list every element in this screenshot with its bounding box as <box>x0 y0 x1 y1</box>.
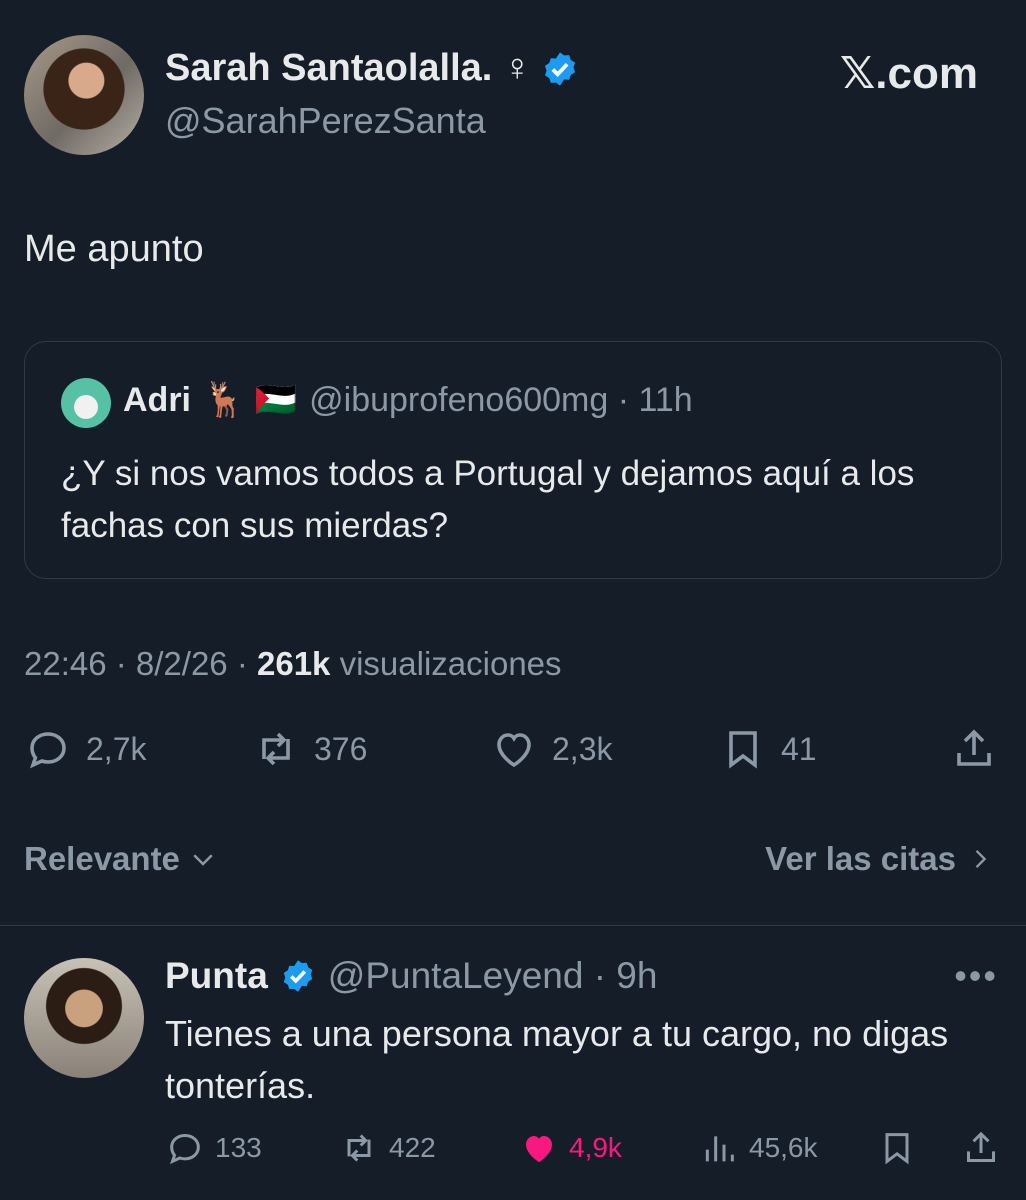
view-quotes-link[interactable]: Ver las citas <box>765 840 994 878</box>
quoted-author-emoji: 🦌 🇵🇸 <box>203 381 298 419</box>
sort-dropdown[interactable]: Relevante <box>24 840 218 878</box>
chevron-down-icon <box>193 854 213 866</box>
tweet-text: Me apunto <box>24 228 204 270</box>
quoted-text: ¿Y si nos vamos todos a Portugal y dejam… <box>61 454 915 545</box>
reply-author-name[interactable]: Punta <box>165 955 268 997</box>
quoted-tweet-card[interactable]: Adri 🦌 🇵🇸 @ibuprofeno600mg · 11h ¿Y si n… <box>24 341 1002 579</box>
author-avatar[interactable] <box>24 35 144 155</box>
retweet-count: 376 <box>314 730 368 767</box>
like-button[interactable]: 2,3k <box>490 725 612 773</box>
retweet-icon <box>347 1134 371 1162</box>
reply-header: Punta @PuntaLeyend · 9h <box>165 955 657 997</box>
reply-icon <box>29 732 66 769</box>
reply-author-handle[interactable]: @PuntaLeyend · 9h <box>328 955 658 997</box>
like-count: 2,3k <box>552 730 613 767</box>
heart-icon <box>497 733 531 768</box>
bar-chart-icon <box>705 1136 734 1162</box>
reply-text: Tienes a una persona mayor a tu cargo, n… <box>165 1013 949 1106</box>
share-icon <box>967 1131 995 1162</box>
view-quotes-label: Ver las citas <box>765 840 956 877</box>
bookmark-icon <box>729 731 757 769</box>
heart-filled-icon <box>526 1136 552 1163</box>
author-name-row[interactable]: Sarah Santaolalla. ♀ <box>165 47 579 90</box>
reply-icon <box>169 1133 200 1165</box>
view-label: visualizaciones <box>339 645 562 682</box>
reply-view-count: 45,6k <box>749 1132 818 1163</box>
author-name[interactable]: Sarah Santaolalla. ♀ <box>165 47 531 90</box>
verified-badge-icon <box>545 51 576 86</box>
reply-reply-button[interactable]: 133 <box>165 1128 262 1168</box>
reply-like-count: 4,9k <box>569 1132 622 1163</box>
reply-retweet-button[interactable]: 422 <box>339 1128 436 1168</box>
retweet-button[interactable]: 376 <box>252 725 367 773</box>
tweet-action-bar: 2,7k 376 2,3k 41 <box>24 725 1002 789</box>
reply-retweet-count: 422 <box>389 1132 436 1163</box>
author-handle[interactable]: @SarahPerezSanta <box>165 100 486 142</box>
tweet-timestamp: 22:46 · 8/2/26 · <box>24 645 248 682</box>
reply-like-button[interactable]: 4,9k <box>519 1128 622 1168</box>
reply-button[interactable]: 2,7k <box>24 725 146 773</box>
quoted-author-name: Adri <box>123 380 191 419</box>
share-button[interactable] <box>950 725 998 773</box>
section-divider <box>0 925 1026 926</box>
quoted-avatar <box>61 378 111 428</box>
retweet-icon <box>262 732 290 766</box>
brand-watermark: 𝕏.com <box>839 49 978 98</box>
share-icon <box>957 729 991 766</box>
chevron-right-icon <box>975 850 987 868</box>
sort-label: Relevante <box>24 840 180 877</box>
reply-count: 2,7k <box>86 730 147 767</box>
quoted-header: Adri 🦌 🇵🇸 @ibuprofeno600mg · 11h <box>123 380 693 420</box>
tweet-meta: 22:46 · 8/2/26 · 261k visualizaciones <box>24 645 562 683</box>
reply-action-bar: 133 422 4,9k 45,6k <box>165 1128 1005 1178</box>
reply-bookmark-button[interactable] <box>877 1128 917 1168</box>
verified-badge-icon <box>283 960 313 992</box>
bookmark-count: 41 <box>781 730 817 767</box>
view-count: 261k <box>257 645 331 682</box>
reply-author-avatar[interactable] <box>24 958 144 1078</box>
reply-share-button[interactable] <box>961 1128 1001 1168</box>
reply-reply-count: 133 <box>215 1132 262 1163</box>
bookmark-button[interactable]: 41 <box>719 725 817 773</box>
bookmark-icon <box>885 1133 909 1165</box>
quoted-author-handle: @ibuprofeno600mg · 11h <box>309 380 693 419</box>
reply-views-button[interactable]: 45,6k <box>699 1128 818 1168</box>
more-options-icon[interactable]: ••• <box>954 955 998 997</box>
